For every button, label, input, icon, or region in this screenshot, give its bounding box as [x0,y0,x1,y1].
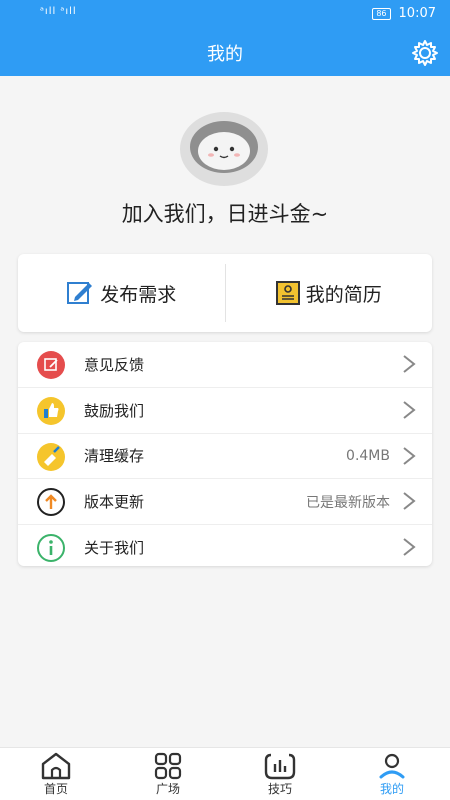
app-header: ᵃıll ᵃıll 86 10:07 我的 [0,0,450,76]
info-icon [37,534,65,563]
quick-actions-card: 发布需求 我的简历 [18,254,432,332]
chart-icon [264,753,296,780]
thumbs-up-icon [37,396,65,425]
page-title: 我的 [207,44,243,65]
tab-home[interactable]: 首页 [26,750,86,797]
feedback-icon [37,351,65,379]
list-item-clear-cache[interactable]: 清理缓存 0.4MB [18,434,432,480]
profile-slogan: 加入我们，日进斗金~ [121,202,329,226]
status-bar: ᵃıll ᵃıll 86 10:07 [0,0,450,26]
chevron-right-icon [403,355,416,373]
version-status-value: 已是最新版本 [306,494,390,511]
signal-indicator: ᵃıll ᵃıll [40,6,77,17]
chevron-right-icon [403,538,416,556]
chevron-right-icon [403,401,416,419]
tab-label: 我的 [379,782,404,796]
list-item-about[interactable]: 关于我们 [18,525,432,570]
tab-label: 首页 [43,782,68,796]
list-item-label: 清理缓存 [84,447,145,466]
list-item-label: 版本更新 [84,493,145,512]
cache-size-value: 0.4MB [346,447,390,464]
list-item-encourage[interactable]: 鼓励我们 [18,388,432,434]
home-icon [41,752,71,780]
tab-label: 广场 [155,782,180,796]
my-resume-button[interactable]: 我的简历 [226,254,433,332]
edit-icon [67,282,93,304]
chevron-right-icon [403,446,416,465]
chevron-right-icon [403,492,416,511]
broom-icon [37,442,65,471]
tab-tips[interactable]: 技巧 [250,750,310,797]
bottom-tab-bar: 首页 广场 技巧 我的 [0,747,450,800]
list-item-label: 鼓励我们 [84,401,145,420]
battery-icon: 86 [372,7,391,20]
upload-icon [37,488,65,517]
list-item-label: 关于我们 [84,539,145,558]
tab-square[interactable]: 广场 [138,750,198,797]
gear-icon[interactable] [410,38,440,68]
clock: 10:07 [398,6,436,21]
list-item-feedback[interactable]: 意见反馈 [18,342,432,388]
resume-icon [275,281,300,305]
my-resume-label: 我的简历 [305,283,382,306]
post-demand-label: 发布需求 [100,283,177,306]
settings-list: 意见反馈 鼓励我们 清理缓存 0.4MB 版本更新 已是最新版本 关于我们 [18,342,432,566]
user-icon [379,753,405,779]
list-item-version-update[interactable]: 版本更新 已是最新版本 [18,479,432,526]
avatar[interactable] [178,107,270,187]
tab-mine[interactable]: 我的 [362,750,422,797]
grid-icon [154,752,182,780]
post-demand-button[interactable]: 发布需求 [18,254,225,332]
list-item-label: 意见反馈 [84,355,145,374]
tab-label: 技巧 [267,782,292,796]
